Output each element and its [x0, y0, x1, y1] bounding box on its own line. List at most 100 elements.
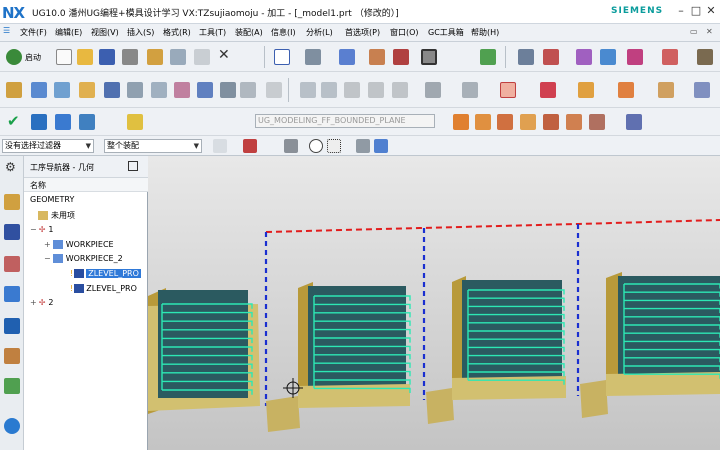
render-style-icon[interactable]: [305, 49, 321, 65]
maximize-icon[interactable]: [128, 161, 138, 171]
graphics-viewport[interactable]: [148, 156, 720, 450]
list-toolpath-icon[interactable]: [240, 82, 256, 98]
line-icon[interactable]: [300, 82, 316, 98]
cavity-mill-icon[interactable]: [475, 114, 491, 130]
tree-node-workpiece[interactable]: + WORKPIECE: [44, 238, 114, 252]
maximize-button[interactable]: □: [689, 4, 703, 18]
trim-curve-icon[interactable]: [500, 82, 516, 98]
extrude-icon[interactable]: [618, 82, 634, 98]
info-icon[interactable]: [4, 418, 20, 434]
split-curve-icon[interactable]: [425, 82, 441, 98]
minimize-button[interactable]: –: [674, 4, 688, 18]
point-icon[interactable]: [344, 82, 360, 98]
part-navigator-icon[interactable]: [4, 256, 20, 272]
wave-icon[interactable]: [578, 82, 594, 98]
open-folder-icon[interactable]: [77, 49, 93, 65]
view-cube-icon[interactable]: [339, 49, 355, 65]
delete-icon[interactable]: ✕: [218, 47, 230, 63]
create-method-icon[interactable]: [79, 82, 95, 98]
close-button[interactable]: ✕: [704, 4, 718, 18]
revolve-icon[interactable]: [658, 82, 674, 98]
section-view-icon[interactable]: [369, 49, 385, 65]
operation-navigator-icon[interactable]: [4, 286, 20, 302]
new-file-icon[interactable]: [56, 49, 72, 65]
delete-toolpath-icon[interactable]: [220, 82, 236, 98]
check-tool-icon[interactable]: [31, 114, 47, 130]
menu-window[interactable]: 窗口(O): [390, 27, 419, 38]
collapse-icon[interactable]: −: [44, 254, 51, 263]
hole-icon[interactable]: [626, 114, 642, 130]
tool-list-icon[interactable]: [79, 114, 95, 130]
bounded-plane-icon[interactable]: [127, 114, 143, 130]
show-hide-icon[interactable]: [480, 49, 496, 65]
assembly-navigator-icon[interactable]: [4, 194, 20, 210]
save-icon[interactable]: [99, 49, 115, 65]
snap-point-icon[interactable]: [327, 139, 341, 153]
tree-node-zlevel-profile-2[interactable]: ! ZLEVEL_PRO: [70, 282, 137, 296]
menu-gc-toolbox[interactable]: GC工具箱: [428, 27, 464, 38]
constraint-navigator-icon[interactable]: [4, 224, 20, 240]
fixed-contour-icon[interactable]: [520, 114, 536, 130]
selection-filter-dropdown[interactable]: 没有选择过滤器 ▼: [2, 139, 94, 153]
select-type-icon[interactable]: [243, 139, 257, 153]
generate-toolpath-icon[interactable]: [104, 82, 120, 98]
copy-icon[interactable]: [170, 49, 186, 65]
menu-info[interactable]: 信息(I): [271, 27, 296, 38]
extend-icon[interactable]: [462, 82, 478, 98]
verify-toolpath-icon[interactable]: [151, 82, 167, 98]
more-tools-icon[interactable]: [697, 49, 713, 65]
planar-mill-icon[interactable]: [566, 114, 582, 130]
edit-section-icon[interactable]: [393, 49, 409, 65]
tree-node-mcs-2[interactable]: + ✢ 2: [30, 296, 54, 310]
transform-icon[interactable]: [266, 82, 282, 98]
view-icon[interactable]: [356, 139, 370, 153]
expand-icon[interactable]: +: [44, 240, 51, 249]
shop-doc-icon[interactable]: [197, 82, 213, 98]
menu-tools[interactable]: 工具(T): [199, 27, 226, 38]
offset-curve-icon[interactable]: [368, 82, 384, 98]
selection-scope-dropdown[interactable]: 整个装配 ▼: [104, 139, 202, 153]
expand-icon[interactable]: +: [30, 298, 37, 307]
column-header-name[interactable]: 名称: [24, 178, 148, 192]
tree-node-mcs-1[interactable]: − ✢ 1: [30, 223, 54, 237]
curve-icon[interactable]: [540, 82, 556, 98]
menu-format[interactable]: 格式(R): [163, 27, 191, 38]
menu-edit[interactable]: 编辑(E): [55, 27, 82, 38]
start-label[interactable]: 启动: [25, 52, 41, 63]
restore-icon[interactable]: ▭: [690, 27, 698, 36]
print-icon[interactable]: [122, 49, 138, 65]
arc-icon[interactable]: [321, 82, 337, 98]
create-geometry-icon[interactable]: [54, 82, 70, 98]
gear-icon[interactable]: ⚙: [5, 160, 16, 174]
select-all-icon[interactable]: [213, 139, 227, 153]
menu-assembly[interactable]: 装配(A): [235, 27, 263, 38]
machine-tool-icon[interactable]: [4, 318, 20, 334]
contour-area-icon[interactable]: [589, 114, 605, 130]
collapse-icon[interactable]: −: [30, 225, 37, 234]
color-picker-icon[interactable]: [421, 49, 437, 65]
tree-node-zlevel-profile-1[interactable]: ! ZLEVEL_PRO: [70, 267, 141, 281]
menu-analysis[interactable]: 分析(L): [306, 27, 333, 38]
paste-icon[interactable]: [194, 49, 210, 65]
datum-axis-icon[interactable]: [662, 49, 678, 65]
operation-field[interactable]: UG_MODELING_FF_BOUNDED_PLANE: [255, 114, 435, 128]
face-milling-icon[interactable]: [453, 114, 469, 130]
snap-target-icon[interactable]: [309, 139, 323, 153]
menu-file[interactable]: 文件(F): [20, 27, 47, 38]
drill-icon[interactable]: [543, 114, 559, 130]
roles-icon[interactable]: [4, 378, 20, 394]
cut-icon[interactable]: [147, 49, 163, 65]
tree-node-geometry[interactable]: GEOMETRY: [30, 193, 74, 207]
gouge-check-icon[interactable]: [55, 114, 71, 130]
menu-help[interactable]: 帮助(H): [471, 27, 499, 38]
post-process-icon[interactable]: [174, 82, 190, 98]
fit-view-icon[interactable]: [274, 49, 290, 65]
menu-view[interactable]: 视图(V): [91, 27, 119, 38]
reuse-library-icon[interactable]: [4, 348, 20, 364]
menu-insert[interactable]: 插入(S): [127, 27, 154, 38]
measure-icon[interactable]: [576, 49, 592, 65]
menu-preferences[interactable]: 首选项(P): [345, 27, 380, 38]
create-program-icon[interactable]: [6, 82, 22, 98]
analysis-icon[interactable]: [600, 49, 616, 65]
cube-icon[interactable]: [374, 139, 388, 153]
